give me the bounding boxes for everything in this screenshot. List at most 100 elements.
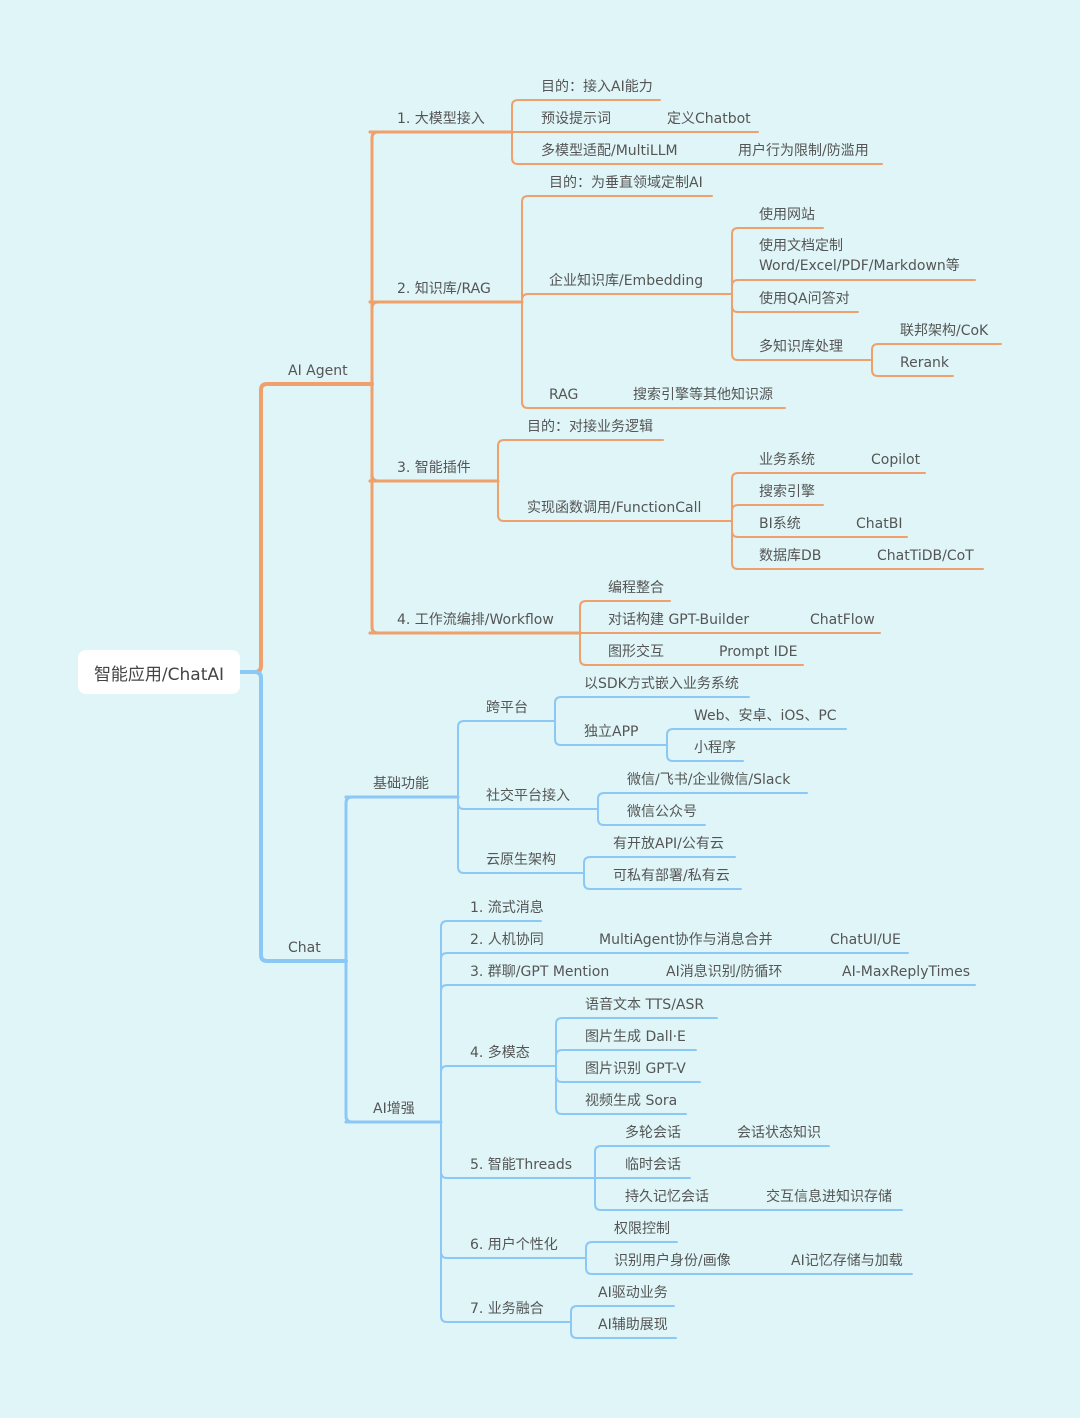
node-1-1-4-0[interactable]: 多轮会话 [625, 1124, 681, 1142]
node-0-1-1-3[interactable]: 多知识库处理 [759, 338, 843, 356]
node-0-3-1-0[interactable]: ChatFlow [810, 611, 875, 629]
node-1-1-3-3[interactable]: 视频生成 Sora [585, 1092, 677, 1110]
node-0-2-1[interactable]: 实现函数调用/FunctionCall [527, 499, 701, 517]
connector-1-0-1-1 [597, 808, 628, 826]
node-1-0-0-0[interactable]: 以SDK方式嵌入业务系统 [584, 675, 739, 693]
node-0-1-1[interactable]: 企业知识库/Embedding [549, 272, 703, 290]
connector-1-0 [344, 795, 354, 963]
connector-1-1-1 [440, 952, 471, 1123]
node-0-1-1-3-0[interactable]: 联邦架构/CoK [900, 322, 988, 340]
connector-0-1-1-0 [731, 227, 760, 295]
node-0-2-1-0[interactable]: 业务系统 [759, 451, 815, 469]
connector-0-1-1-2 [731, 293, 760, 313]
node-0-2-0[interactable]: 目的：对接业务逻辑 [527, 418, 653, 436]
node-1-0-0-1-1[interactable]: 小程序 [694, 739, 736, 757]
node-1-1-2[interactable]: 3. 群聊/GPT Mention [470, 963, 609, 981]
connector-1-0-0 [457, 720, 487, 798]
node-0-1-1-0[interactable]: 使用网站 [759, 206, 815, 224]
node-0-1-1-2[interactable]: 使用QA问答对 [759, 290, 850, 308]
node-1-0[interactable]: 基础功能 [373, 775, 429, 793]
node-1-1-3[interactable]: 4. 多模态 [470, 1044, 530, 1062]
node-1-0-2-1[interactable]: 可私有部署/私有云 [613, 867, 730, 885]
connector-0-2-1-2 [731, 520, 760, 538]
node-1-1-1-0[interactable]: MultiAgent协作与消息合并 [599, 931, 773, 949]
node-1-1-0[interactable]: 1. 流式消息 [470, 899, 544, 917]
connector-0-2-1 [497, 480, 528, 522]
node-0[interactable]: AI Agent [288, 362, 348, 380]
connector-0-1-2 [521, 301, 550, 409]
node-1-0-1[interactable]: 社交平台接入 [486, 787, 570, 805]
node-1-1-4-0-0[interactable]: 会话状态知识 [737, 1124, 821, 1142]
node-0-0-2[interactable]: 多模型适配/MultiLLM [541, 142, 678, 160]
connector-1-1-2 [440, 984, 471, 1123]
connector-1-1-5 [440, 1121, 471, 1259]
node-0-2-1-1[interactable]: 搜索引擎 [759, 483, 815, 501]
node-1-1-2-0[interactable]: AI消息识别/防循环 [666, 963, 782, 981]
node-0-1[interactable]: 2. 知识库/RAG [397, 280, 491, 298]
node-1-1-3-0[interactable]: 语音文本 TTS/ASR [585, 996, 704, 1014]
node-1-1-4[interactable]: 5. 智能Threads [470, 1156, 572, 1174]
node-1-0-2-0[interactable]: 有开放API/公有云 [613, 835, 724, 853]
node-0-2-1-0-0[interactable]: Copilot [871, 451, 920, 469]
node-1-0-0-1[interactable]: 独立APP [584, 723, 638, 741]
connector-0-2-1-1 [731, 504, 760, 522]
node-0-2-1-3-0[interactable]: ChatTiDB/CoT [877, 547, 974, 565]
connector-0-2-0 [497, 439, 528, 482]
node-0-2-1-2-0[interactable]: ChatBI [856, 515, 902, 533]
node-0-0-0[interactable]: 目的：接入AI能力 [541, 78, 653, 96]
node-0-3-2-0[interactable]: Prompt IDE [719, 643, 797, 661]
node-0-2-1-3[interactable]: 数据库DB [759, 547, 821, 565]
root-node-label: 智能应用/ChatAI [93, 664, 225, 685]
node-1-1-1[interactable]: 2. 人机协同 [470, 931, 544, 949]
connector-0-1-1 [521, 293, 550, 303]
node-0-2[interactable]: 3. 智能插件 [397, 459, 471, 477]
node-1-1-5[interactable]: 6. 用户个性化 [470, 1236, 558, 1254]
node-1-0-2[interactable]: 云原生架构 [486, 851, 556, 869]
node-0-3[interactable]: 4. 工作流编排/Workflow [397, 611, 554, 629]
node-1-1-6[interactable]: 7. 业务融合 [470, 1300, 544, 1318]
node-0-0[interactable]: 1. 大模型接入 [397, 110, 485, 128]
node-0-2-1-2[interactable]: BI系统 [759, 515, 801, 533]
node-1[interactable]: Chat [288, 939, 321, 957]
node-1-1-6-1[interactable]: AI辅助展现 [598, 1316, 668, 1334]
node-0-3-1[interactable]: 对话构建 GPT-Builder [608, 611, 749, 629]
node-0-0-1[interactable]: 预设提示词 [541, 110, 611, 128]
connector-1-1-4-2 [594, 1177, 626, 1211]
node-0-1-2[interactable]: RAG [549, 386, 578, 404]
node-0-1-1-1[interactable]: 使用文档定制 Word/Excel/PDF/Markdown等 [759, 236, 960, 276]
node-1-1-3-1[interactable]: 图片生成 Dall·E [585, 1028, 686, 1046]
connector-1-0-0-0 [554, 696, 585, 722]
node-1-0-0-1-0[interactable]: Web、安卓、iOS、PC [694, 707, 837, 725]
node-1-1-4-1[interactable]: 临时会话 [625, 1156, 681, 1174]
node-1-0-0[interactable]: 跨平台 [486, 699, 528, 717]
node-0-1-1-3-1[interactable]: Rerank [900, 354, 949, 372]
node-1-1-5-1[interactable]: 识别用户身份/画像 [614, 1252, 731, 1270]
node-0-1-0[interactable]: 目的：为垂直领域定制AI [549, 174, 703, 192]
node-0-3-0[interactable]: 编程整合 [608, 579, 664, 597]
node-1-1-1-0-0[interactable]: ChatUI/UE [830, 931, 901, 949]
node-1-0-1-0[interactable]: 微信/飞书/企业微信/Slack [627, 771, 790, 789]
node-1-1-5-1-0[interactable]: AI记忆存储与加载 [791, 1252, 903, 1270]
connector-0-1 [368, 300, 380, 386]
branch-1 [238, 670, 348, 963]
node-0-0-1-0[interactable]: 定义Chatbot [667, 110, 751, 128]
node-1-1-2-0-0[interactable]: AI-MaxReplyTimes [842, 963, 970, 981]
node-0-1-2-0[interactable]: 搜索引擎等其他知识源 [633, 386, 773, 404]
node-0-3-2[interactable]: 图形交互 [608, 643, 664, 661]
node-0-0-2-0[interactable]: 用户行为限制/防滥用 [738, 142, 869, 160]
node-1-1-6-0[interactable]: AI驱动业务 [598, 1284, 668, 1302]
connector-1-1-3-2 [555, 1065, 586, 1083]
node-1-1-5-0[interactable]: 权限控制 [614, 1220, 670, 1238]
node-1-1-3-2[interactable]: 图片识别 GPT-V [585, 1060, 686, 1078]
connector-1-1-5-1 [585, 1257, 615, 1275]
connector-0-3-2 [579, 632, 609, 666]
connector-0-0-0 [511, 99, 542, 133]
node-1-0-1-1[interactable]: 微信公众号 [627, 803, 697, 821]
connector-0-1-1-3-0 [871, 343, 901, 361]
root-node[interactable]: 智能应用/ChatAI [78, 650, 240, 694]
node-1-1[interactable]: AI增强 [373, 1100, 415, 1118]
connector-1-1-5-0 [585, 1241, 615, 1259]
node-1-1-4-2-0[interactable]: 交互信息进知识存储 [766, 1188, 892, 1206]
connector-1-0-2-0 [583, 856, 614, 874]
node-1-1-4-2[interactable]: 持久记忆会话 [625, 1188, 709, 1206]
